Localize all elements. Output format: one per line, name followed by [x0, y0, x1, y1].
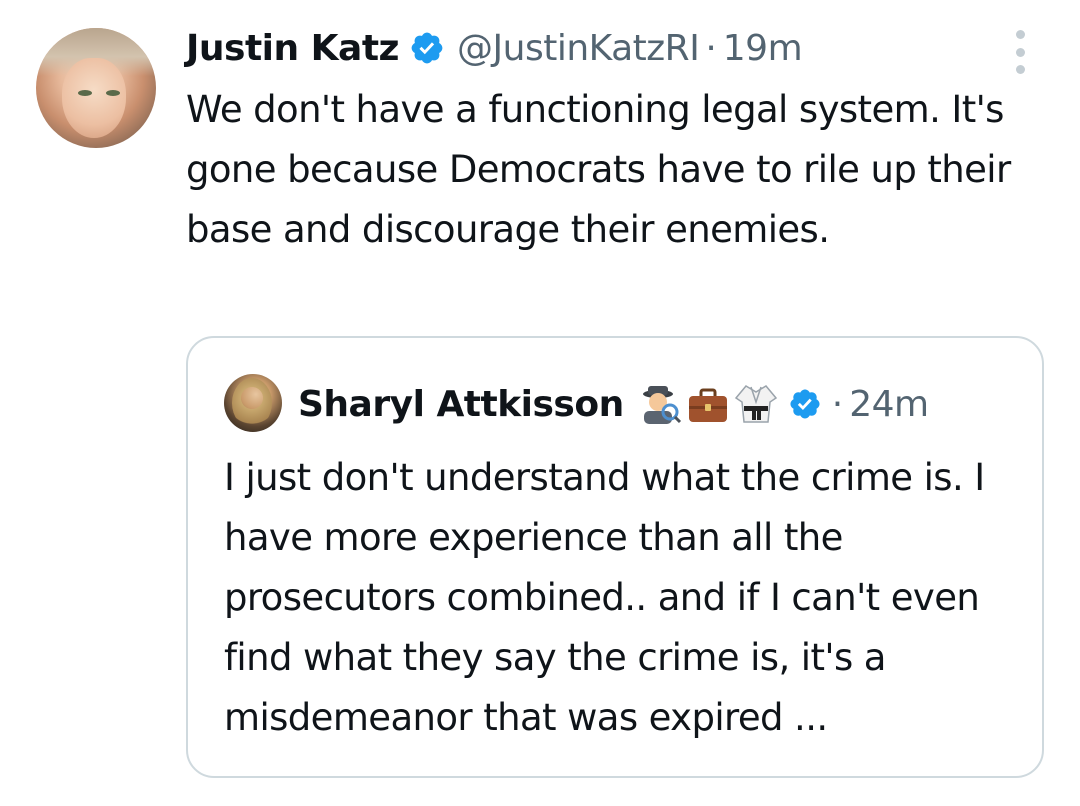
martial-arts-uniform-emoji: [734, 385, 777, 423]
verified-badge-icon[interactable]: [788, 387, 822, 421]
tweet-timestamp[interactable]: 19m: [723, 28, 803, 69]
tweet-text: We don't have a functioning legal system…: [186, 88, 1011, 251]
header-separator: ·: [831, 383, 844, 425]
quoted-tweet-header: Sharyl Attkisson · 24m: [298, 376, 929, 432]
quoted-author-name[interactable]: Sharyl Attkisson: [298, 384, 624, 425]
author-name[interactable]: Justin Katz: [186, 28, 400, 69]
tweet-header: Justin Katz @JustinKatzRI · 19m: [186, 22, 803, 74]
author-handle[interactable]: @JustinKatzRI: [457, 28, 700, 69]
author-emojis: [638, 382, 778, 426]
quoted-author-avatar[interactable]: [224, 374, 282, 432]
quoted-tweet-text: I just don't understand what the crime i…: [224, 456, 985, 739]
quoted-tweet-timestamp[interactable]: 24m: [849, 384, 929, 425]
avatar-eye: [106, 90, 120, 96]
tweet[interactable]: Justin Katz @JustinKatzRI · 19m We don't…: [0, 0, 1080, 806]
detective-emoji: [642, 386, 681, 424]
quoted-tweet[interactable]: Sharyl Attkisson · 24m I just don't unde…: [186, 336, 1044, 778]
avatar-eye: [78, 90, 92, 96]
more-dot: [1015, 30, 1025, 39]
more-dot: [1015, 47, 1025, 57]
more-options-icon[interactable]: [1008, 30, 1032, 74]
briefcase-emoji: [688, 388, 727, 422]
more-dot: [1015, 65, 1025, 74]
avatar-hair: [232, 378, 272, 428]
verified-badge-icon[interactable]: [409, 30, 445, 66]
header-separator: ·: [705, 27, 717, 69]
avatar-face: [62, 58, 126, 138]
author-avatar[interactable]: [36, 28, 156, 148]
